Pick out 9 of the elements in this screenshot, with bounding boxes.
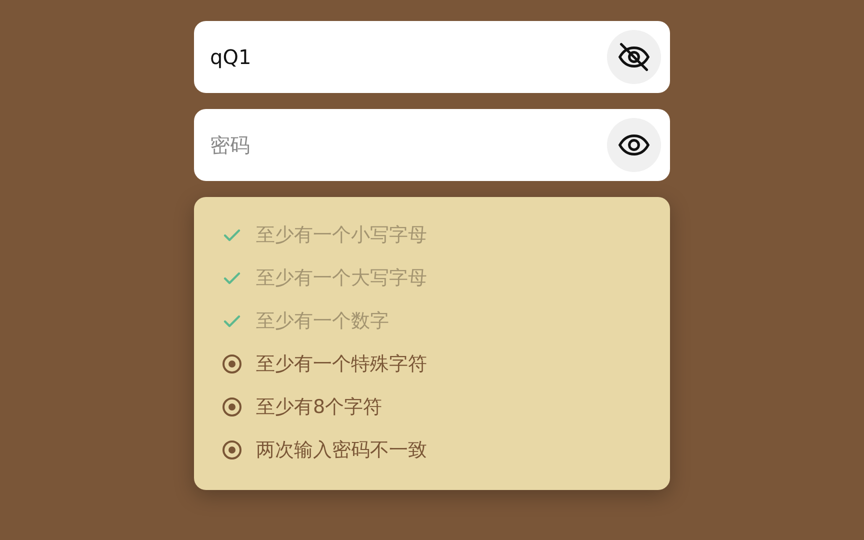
requirement-text: 至少有一个大写字母 <box>256 266 427 291</box>
password-field[interactable]: 密码 <box>194 109 670 181</box>
requirement-text: 两次输入密码不一致 <box>256 438 427 463</box>
password-field[interactable]: qQ1 <box>194 21 670 93</box>
requirement-text: 至少有一个小写字母 <box>256 223 427 248</box>
requirement-text: 至少有一个特殊字符 <box>256 352 427 377</box>
requirement-text: 至少有8个字符 <box>256 395 382 420</box>
requirement-text: 至少有一个数字 <box>256 309 389 334</box>
eye-off-icon <box>617 40 651 74</box>
